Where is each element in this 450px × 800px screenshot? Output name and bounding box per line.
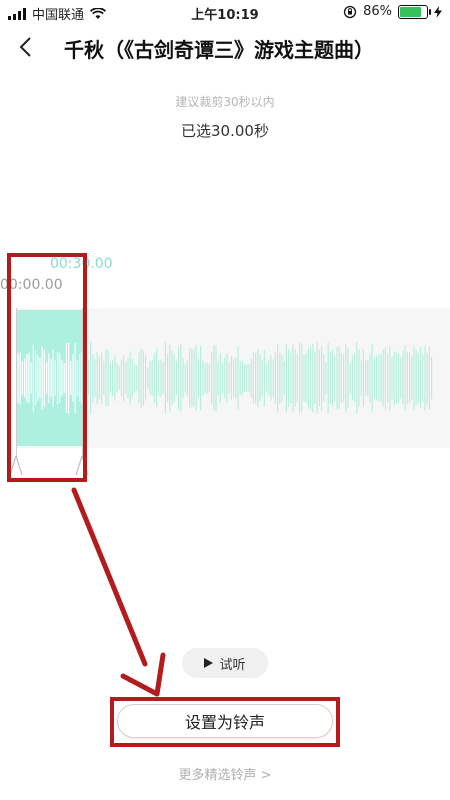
preview-label: 试听 xyxy=(219,657,246,673)
preview-button[interactable]: 试听 xyxy=(182,648,268,678)
annotation-box-set-ringtone xyxy=(110,697,340,747)
annotation-arrow xyxy=(71,487,166,697)
more-ringtones-link[interactable]: 更多精选铃声 > xyxy=(0,764,450,783)
play-icon xyxy=(204,658,214,668)
